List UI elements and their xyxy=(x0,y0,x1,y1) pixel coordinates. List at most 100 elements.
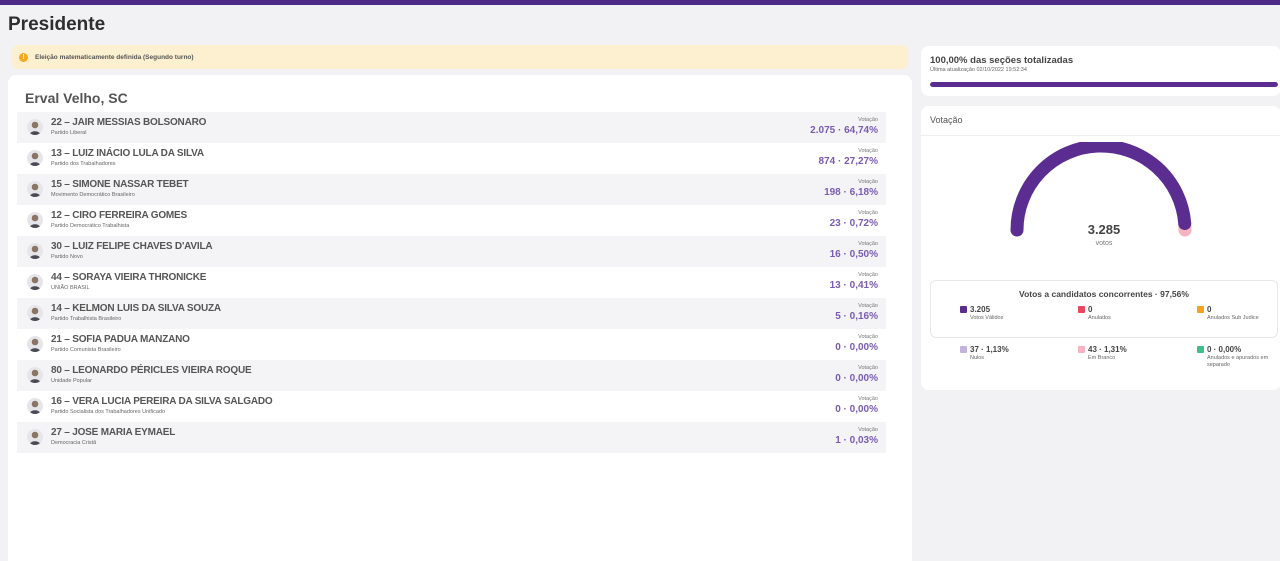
candidate-row: 15 – SIMONE NASSAR TEBET Movimento Democ… xyxy=(17,174,886,205)
candidate-name: 30 – LUIZ FELIPE CHAVES D'AVILA xyxy=(51,241,213,252)
candidate-avatar xyxy=(27,212,43,228)
vote-label: Votação xyxy=(858,148,878,154)
candidate-party: Partido Socialista dos Trabalhadores Uni… xyxy=(51,409,166,415)
candidate-avatar xyxy=(27,336,43,352)
candidate-avatar xyxy=(27,367,43,383)
candidate-votes: 2.075 · 64,74% xyxy=(810,125,878,136)
stat-label: Anulados e apurados em separado xyxy=(1207,355,1269,368)
top-accent-bar xyxy=(0,0,1280,5)
candidate-row: 22 – JAIR MESSIAS BOLSONARO Partido Libe… xyxy=(17,112,886,143)
vote-label: Votação xyxy=(858,303,878,309)
candidate-party: UNIÃO BRASIL xyxy=(51,285,90,291)
stat-value: 43 · 1,31% xyxy=(1088,345,1127,354)
candidate-row: 13 – LUIZ INÁCIO LULA DA SILVA Partido d… xyxy=(17,143,886,174)
vote-label: Votação xyxy=(858,427,878,433)
candidate-votes: 0 · 0,00% xyxy=(835,342,878,353)
candidate-name: 12 – CIRO FERREIRA GOMES xyxy=(51,210,187,221)
candidate-votes: 23 · 0,72% xyxy=(829,218,878,229)
breakdown-title: Votos a candidatos concorrentes · 97,56% xyxy=(1019,289,1189,299)
stat-label: Em Branco xyxy=(1088,355,1116,361)
stat-value: 0 xyxy=(1207,305,1212,314)
candidate-name: 15 – SIMONE NASSAR TEBET xyxy=(51,179,189,190)
sections-card: 100,00% das seções totalizadas Última at… xyxy=(921,46,1280,96)
stat-label: Anulados Sub Judice xyxy=(1207,315,1259,321)
stat-color-swatch xyxy=(960,306,967,313)
stat-color-swatch xyxy=(960,346,967,353)
stat-color-swatch xyxy=(1197,306,1204,313)
candidate-votes: 1 · 0,03% xyxy=(835,435,878,446)
candidate-name: 21 – SOFIA PADUA MANZANO xyxy=(51,334,190,345)
candidate-party: Partido Novo xyxy=(51,254,83,260)
candidate-votes: 13 · 0,41% xyxy=(829,280,878,291)
alert-icon: ! xyxy=(19,52,28,62)
gauge-valid-arc xyxy=(1010,142,1192,237)
candidate-party: Partido Trabalhista Brasileiro xyxy=(51,316,122,322)
candidate-party: Movimento Democrático Brasileiro xyxy=(51,192,135,198)
candidate-avatar xyxy=(27,119,43,135)
candidate-party: Partido Comunista Brasileiro xyxy=(51,347,121,353)
page-title: Presidente xyxy=(8,14,106,35)
candidate-name: 22 – JAIR MESSIAS BOLSONARO xyxy=(51,117,207,128)
vote-label: Votação xyxy=(858,117,878,123)
stat-label: Nulos xyxy=(970,355,985,361)
stat-value: 0 xyxy=(1088,305,1093,314)
candidate-row: 44 – SORAYA VIEIRA THRONICKE UNIÃO BRASI… xyxy=(17,267,886,298)
stat-label: Anulados xyxy=(1088,315,1111,321)
candidate-party: Partido Democrático Trabalhista xyxy=(51,223,130,229)
candidate-name: 14 – KELMON LUIS DA SILVA SOUZA xyxy=(51,303,221,314)
candidate-row: 14 – KELMON LUIS DA SILVA SOUZA Partido … xyxy=(17,298,886,329)
candidate-avatar xyxy=(27,181,43,197)
candidate-avatar xyxy=(27,429,43,445)
candidate-row: 80 – LEONARDO PÉRICLES VIEIRA ROQUE Unid… xyxy=(17,360,886,391)
candidate-votes: 5 · 0,16% xyxy=(835,311,878,322)
candidate-party: Democracia Cristã xyxy=(51,440,97,446)
candidate-name: 16 – VERA LUCIA PEREIRA DA SILVA SALGADO xyxy=(51,396,273,407)
candidate-votes: 16 · 0,50% xyxy=(829,249,878,260)
stat-value: 0 · 0,00% xyxy=(1207,345,1242,354)
stat-color-swatch xyxy=(1078,306,1085,313)
stat-value: 3.205 xyxy=(970,305,991,314)
vote-label: Votação xyxy=(858,241,878,247)
candidate-list: 22 – JAIR MESSIAS BOLSONARO Partido Libe… xyxy=(17,112,886,453)
candidate-avatar xyxy=(27,150,43,166)
candidate-name: 80 – LEONARDO PÉRICLES VIEIRA ROQUE xyxy=(51,365,252,376)
candidate-row: 12 – CIRO FERREIRA GOMES Partido Democrá… xyxy=(17,205,886,236)
location-title: Erval Velho, SC xyxy=(25,90,128,106)
last-update: Última atualização 02/10/2022 19:52:34 xyxy=(930,67,1027,73)
vote-label: Votação xyxy=(858,365,878,371)
stat-label: Votos Válidos xyxy=(970,315,1004,321)
candidate-row: 27 – JOSE MARIA EYMAEL Democracia Cristã… xyxy=(17,422,886,453)
candidate-party: Partido Liberal xyxy=(51,130,87,136)
candidate-name: 44 – SORAYA VIEIRA THRONICKE xyxy=(51,272,207,283)
sections-title: 100,00% das seções totalizadas xyxy=(930,55,1074,66)
candidate-row: 16 – VERA LUCIA PEREIRA DA SILVA SALGADO… xyxy=(17,391,886,422)
sections-progress-bar xyxy=(930,82,1278,87)
vote-label: Votação xyxy=(858,396,878,402)
sections-progress-fill xyxy=(930,82,1278,87)
votes-breakdown: Votos a candidatos concorrentes · 97,56%… xyxy=(930,280,1278,368)
candidate-name: 27 – JOSE MARIA EYMAEL xyxy=(51,427,176,438)
total-votes: 3.285 xyxy=(1087,222,1121,237)
vote-label: Votação xyxy=(858,210,878,216)
candidate-party: Unidade Popular xyxy=(51,378,92,384)
candidate-avatar xyxy=(27,398,43,414)
candidate-votes: 0 · 0,00% xyxy=(835,373,878,384)
vote-label: Votação xyxy=(858,179,878,185)
election-status-notice: ! Eleição matematicamente definida (Segu… xyxy=(12,45,908,69)
candidate-avatar xyxy=(27,305,43,321)
total-votes-unit: votos xyxy=(1095,240,1113,247)
candidate-votes: 0 · 0,00% xyxy=(835,404,878,415)
stat-color-swatch xyxy=(1078,346,1085,353)
stat-color-swatch xyxy=(1197,346,1204,353)
voting-title: Votação xyxy=(930,115,963,125)
candidate-row: 21 – SOFIA PADUA MANZANO Partido Comunis… xyxy=(17,329,886,360)
candidate-name: 13 – LUIZ INÁCIO LULA DA SILVA xyxy=(51,148,204,159)
candidate-votes: 198 · 6,18% xyxy=(824,187,878,198)
candidate-row: 30 – LUIZ FELIPE CHAVES D'AVILA Partido … xyxy=(17,236,886,267)
stat-value: 37 · 1,13% xyxy=(970,345,1009,354)
notice-text: Eleição matematicamente definida (Segund… xyxy=(35,53,194,61)
candidates-card: Erval Velho, SC 22 – JAIR MESSIAS BOLSON… xyxy=(8,75,912,561)
voting-card: Votação 3.285 votos Votos a candidatos c… xyxy=(921,106,1280,390)
vote-label: Votação xyxy=(858,272,878,278)
candidate-avatar xyxy=(27,274,43,290)
